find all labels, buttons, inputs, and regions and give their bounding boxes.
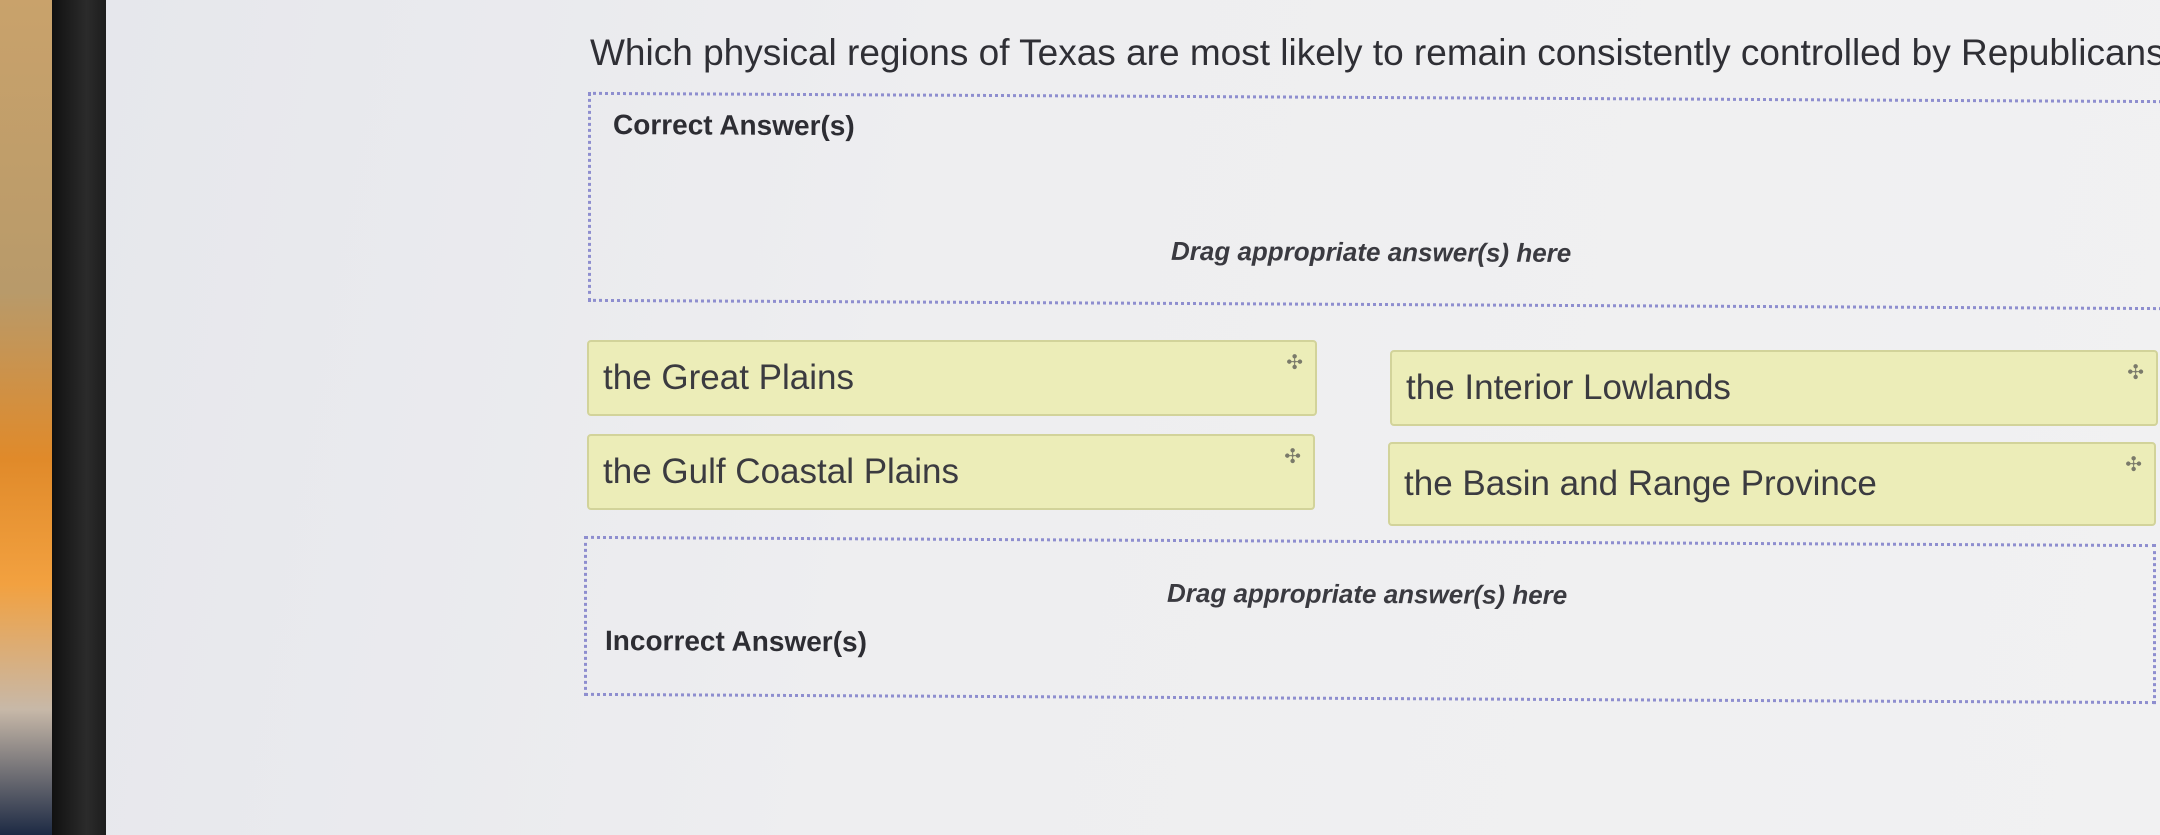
background-desk bbox=[0, 0, 60, 835]
incorrect-answers-title: Incorrect Answer(s) bbox=[605, 624, 867, 658]
answer-label: the Great Plains bbox=[603, 358, 854, 397]
correct-dropzone-hint: Drag appropriate answer(s) here bbox=[1171, 235, 1572, 269]
move-icon[interactable]: ✣ bbox=[1284, 444, 1301, 469]
incorrect-answers-dropzone[interactable]: Drag appropriate answer(s) here Incorrec… bbox=[584, 535, 2156, 705]
move-icon[interactable]: ✣ bbox=[1286, 350, 1303, 375]
answer-interior-lowlands[interactable]: the Interior Lowlands ✣ bbox=[1390, 350, 2158, 426]
answer-label: the Basin and Range Province bbox=[1404, 464, 1877, 503]
correct-answers-title: Correct Answer(s) bbox=[613, 108, 855, 142]
answer-label: the Interior Lowlands bbox=[1406, 368, 1731, 407]
answer-gulf-coastal-plains[interactable]: the Gulf Coastal Plains ✣ bbox=[587, 434, 1315, 510]
answer-great-plains[interactable]: the Great Plains ✣ bbox=[587, 340, 1317, 416]
correct-answers-dropzone[interactable]: Correct Answer(s) Drag appropriate answe… bbox=[588, 91, 2160, 311]
question-text: Which physical regions of Texas are most… bbox=[590, 32, 2160, 73]
answer-label: the Gulf Coastal Plains bbox=[603, 452, 960, 491]
move-icon[interactable]: ✣ bbox=[2127, 360, 2144, 385]
monitor-bezel bbox=[52, 0, 110, 835]
answer-basin-and-range[interactable]: the Basin and Range Province ✣ bbox=[1388, 442, 2156, 526]
move-icon[interactable]: ✣ bbox=[2125, 452, 2142, 477]
incorrect-dropzone-hint: Drag appropriate answer(s) here bbox=[1167, 577, 1568, 611]
